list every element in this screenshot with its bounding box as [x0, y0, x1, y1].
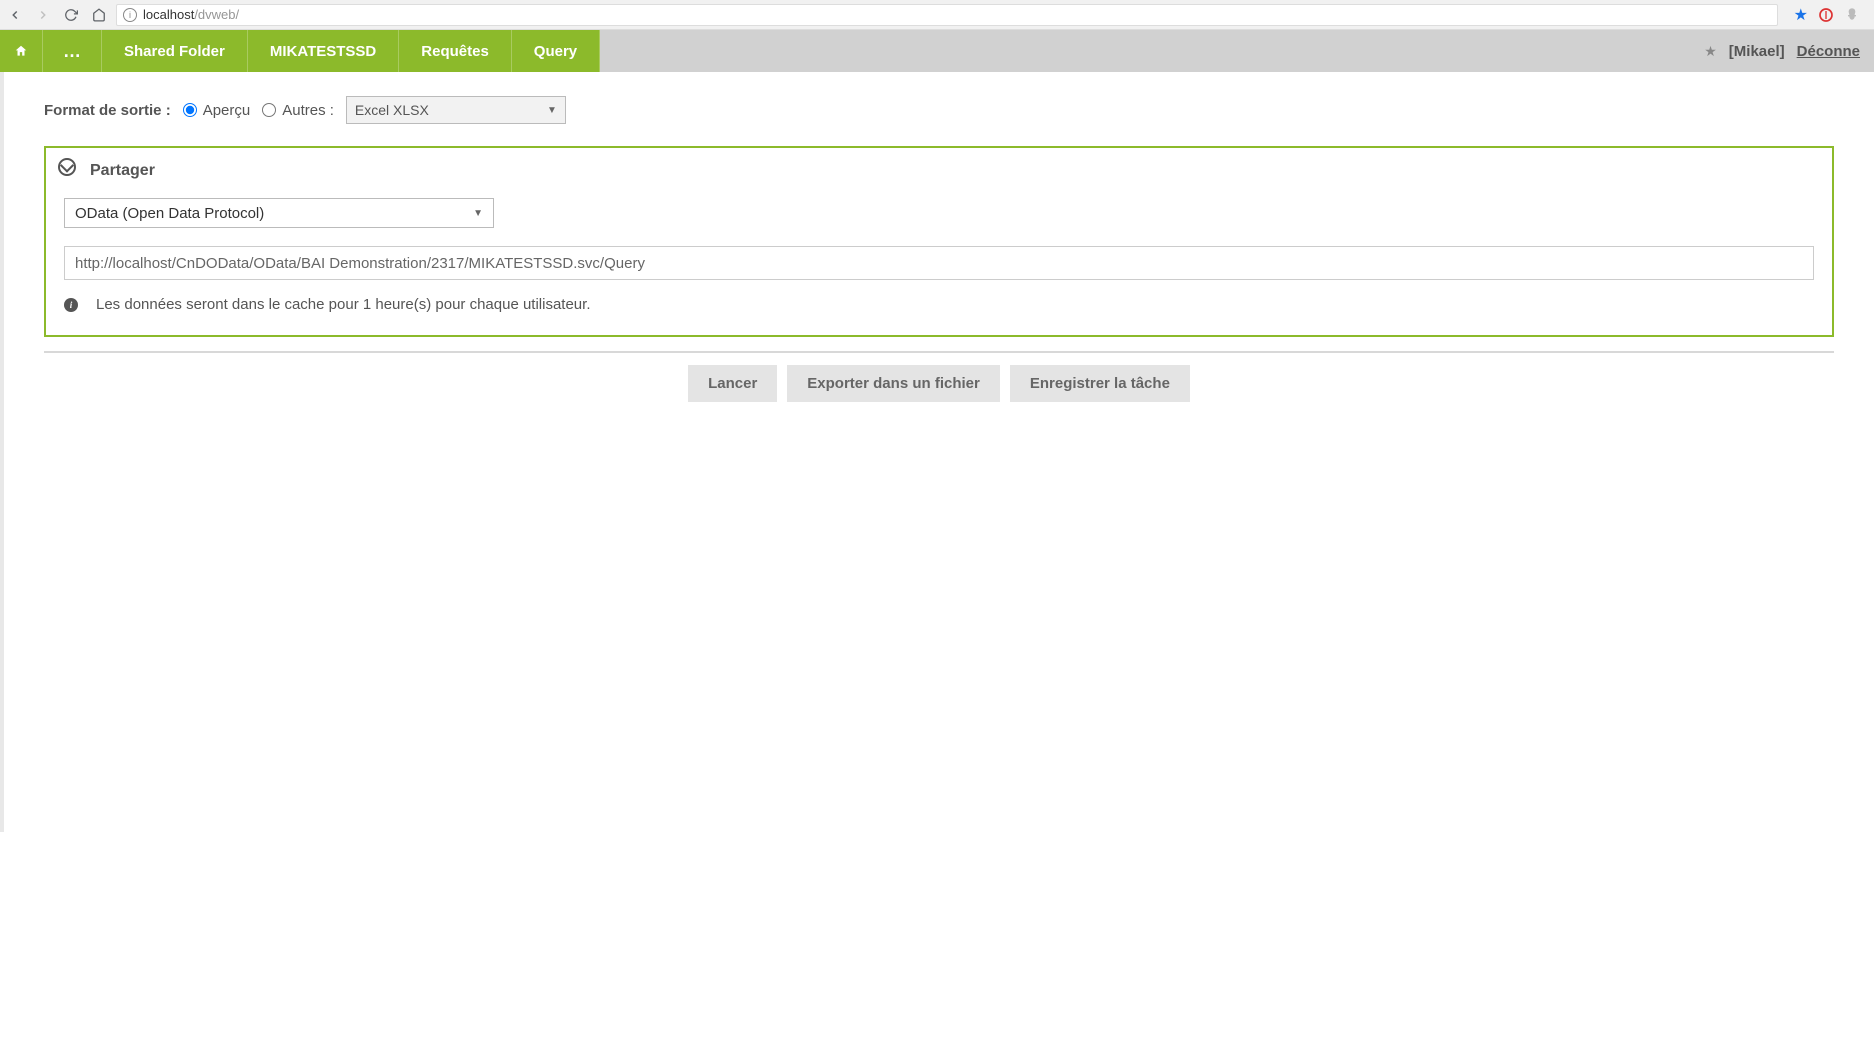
- radio-autres-input[interactable]: [262, 103, 276, 117]
- nav-tab-mikatestssd[interactable]: MIKATESTSSD: [248, 30, 399, 72]
- reload-button[interactable]: [64, 8, 78, 22]
- protocol-select-value: OData (Open Data Protocol): [75, 205, 264, 222]
- extension-icon[interactable]: [1818, 7, 1834, 23]
- browser-right-icons: ★: [1788, 5, 1866, 25]
- extension-icon-2[interactable]: [1844, 7, 1860, 23]
- share-url-input[interactable]: [64, 246, 1814, 280]
- caret-down-icon: ▼: [547, 105, 557, 116]
- format-select[interactable]: Excel XLSX ▼: [346, 96, 566, 124]
- url-bar[interactable]: i localhost/dvweb/: [116, 4, 1778, 26]
- protocol-select[interactable]: OData (Open Data Protocol) ▼: [64, 198, 494, 228]
- action-buttons: Lancer Exporter dans un fichier Enregist…: [44, 365, 1834, 402]
- user-link[interactable]: Mikael: [1729, 43, 1785, 60]
- lancer-button[interactable]: Lancer: [688, 365, 777, 402]
- url-text: localhost/dvweb/: [143, 7, 239, 22]
- info-icon: i: [64, 298, 78, 312]
- nav-right: ★ Mikael Déconne: [1690, 30, 1874, 72]
- back-button[interactable]: [8, 8, 22, 22]
- format-label: Format de sortie :: [44, 102, 171, 119]
- radio-apercu[interactable]: Aperçu: [183, 102, 251, 119]
- caret-down-icon: ▼: [473, 208, 483, 219]
- radio-autres[interactable]: Autres :: [262, 102, 334, 119]
- browser-nav-buttons: [8, 8, 106, 22]
- app-navbar: … Shared Folder MIKATESTSSD Requêtes Que…: [0, 30, 1874, 72]
- exporter-button[interactable]: Exporter dans un fichier: [787, 365, 1000, 402]
- home-button-browser[interactable]: [92, 8, 106, 22]
- radio-apercu-label: Aperçu: [203, 102, 251, 119]
- nav-spacer: [600, 30, 1690, 72]
- nav-ellipsis[interactable]: …: [43, 30, 102, 72]
- format-select-value: Excel XLSX: [355, 102, 429, 118]
- collapse-toggle-icon[interactable]: [58, 158, 76, 176]
- radio-apercu-input[interactable]: [183, 103, 197, 117]
- main-content: Format de sortie : Aperçu Autres : Excel…: [0, 72, 1874, 832]
- enregistrer-button[interactable]: Enregistrer la tâche: [1010, 365, 1190, 402]
- share-info-row: i Les données seront dans le cache pour …: [64, 296, 1814, 313]
- share-panel: Partager OData (Open Data Protocol) ▼ i …: [44, 146, 1834, 337]
- radio-autres-label: Autres :: [282, 102, 334, 119]
- bookmark-star-icon[interactable]: ★: [1794, 5, 1808, 25]
- share-panel-header: Partager: [58, 162, 1814, 180]
- forward-button[interactable]: [36, 8, 50, 22]
- share-info-text: Les données seront dans le cache pour 1 …: [96, 296, 591, 313]
- logout-link[interactable]: Déconne: [1797, 43, 1860, 60]
- nav-home-icon[interactable]: [0, 30, 43, 72]
- favorite-star-icon[interactable]: ★: [1704, 43, 1717, 60]
- nav-tab-query[interactable]: Query: [512, 30, 600, 72]
- site-info-icon[interactable]: i: [123, 8, 137, 22]
- divider: [44, 351, 1834, 353]
- browser-toolbar: i localhost/dvweb/ ★: [0, 0, 1874, 30]
- share-panel-title: Partager: [90, 162, 155, 180]
- nav-tab-requetes[interactable]: Requêtes: [399, 30, 512, 72]
- nav-tab-shared-folder[interactable]: Shared Folder: [102, 30, 248, 72]
- format-row: Format de sortie : Aperçu Autres : Excel…: [44, 96, 1834, 124]
